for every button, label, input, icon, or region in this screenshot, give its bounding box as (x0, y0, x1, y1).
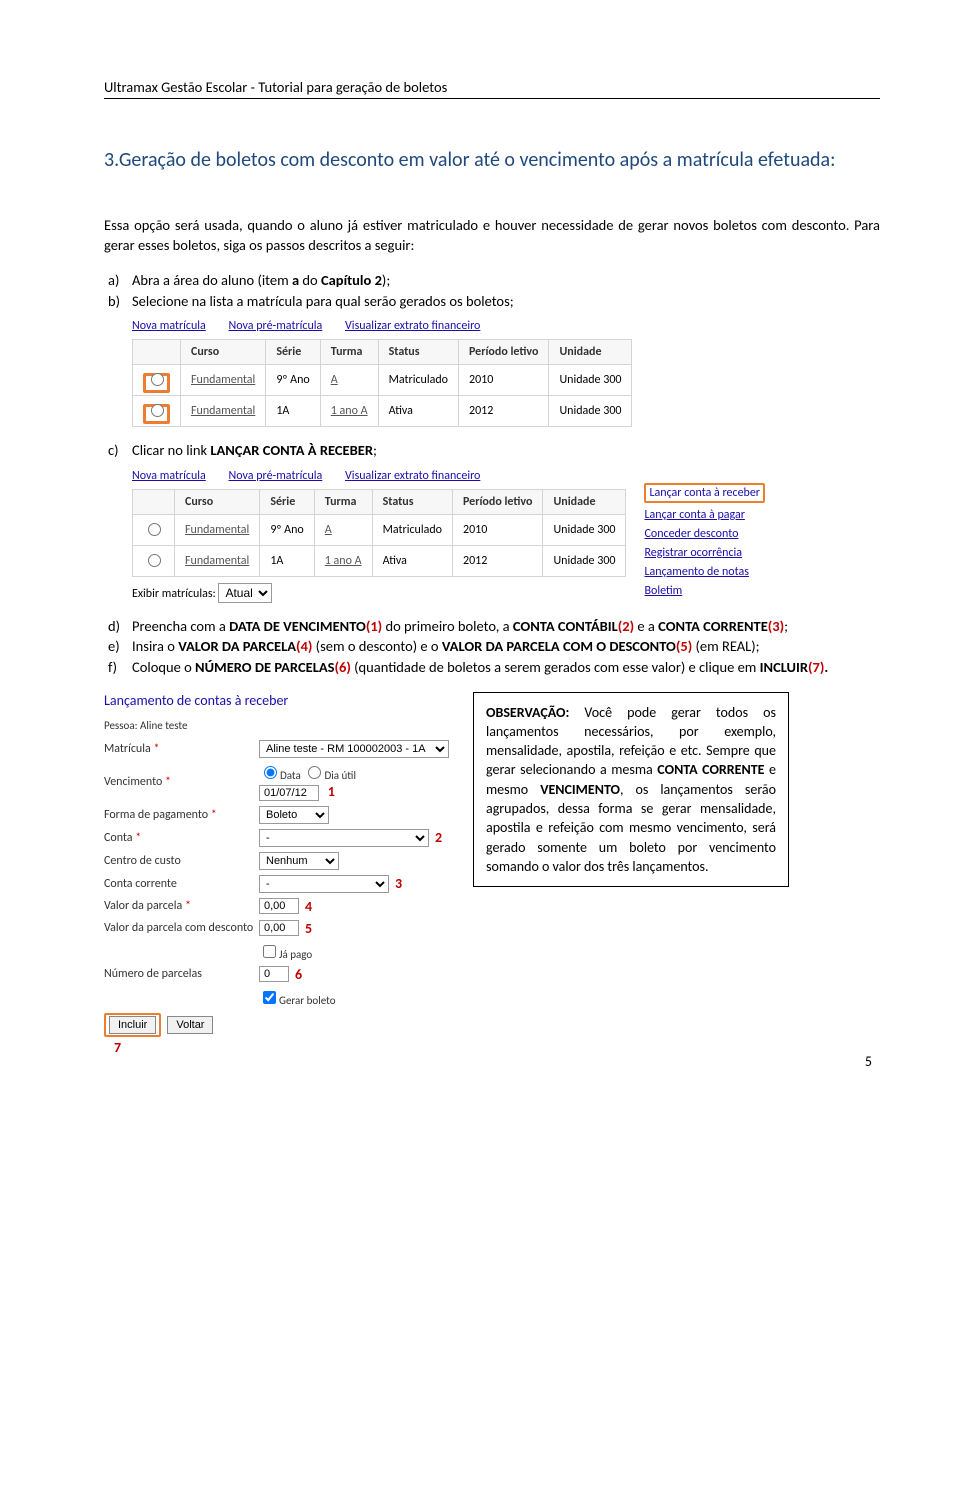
marker-2: 2 (435, 829, 442, 846)
radio-data[interactable] (264, 766, 277, 779)
forma-select[interactable]: Boleto (259, 806, 329, 824)
cell-periodo: 2012 (452, 545, 542, 576)
cell-serie: 1A (266, 396, 320, 427)
contacorr-select[interactable]: - (259, 875, 389, 893)
cell-status: Ativa (372, 545, 452, 576)
step-c: Clicar no link LANÇAR CONTA À RECEBER; (132, 441, 880, 461)
cell-curso[interactable]: Fundamental (181, 365, 266, 396)
row-radio[interactable] (148, 554, 161, 567)
col-periodo: Período letivo (458, 340, 548, 365)
step-a: Abra a área do aluno (item a do Capítulo… (132, 271, 880, 291)
side-registrar-ocorrencia[interactable]: Registrar ocorrência (644, 546, 765, 560)
col-status: Status (372, 489, 452, 514)
page-header: Ultramax Gestão Escolar - Tutorial para … (104, 78, 880, 99)
intro-paragraph: Essa opção será usada, quando o aluno já… (104, 216, 880, 255)
col-turma: Turma (314, 489, 372, 514)
radio-dia-util[interactable] (308, 766, 321, 779)
col-unidade: Unidade (549, 340, 632, 365)
cell-turma[interactable]: 1 ano A (314, 545, 372, 576)
marker-3: 3 (395, 875, 402, 892)
matricula-select[interactable]: Aline teste - RM 100002003 - 1A (259, 740, 449, 758)
marker-6: 6 (295, 966, 302, 983)
exibir-select[interactable]: Atual (218, 583, 272, 603)
row-radio[interactable] (151, 404, 164, 417)
link-nova-matricula[interactable]: Nova matrícula (132, 469, 206, 483)
cell-periodo: 2010 (452, 514, 542, 545)
centro-select[interactable]: Nenhum (259, 852, 339, 870)
table-row: Fundamental 9º Ano A Matriculado 2010 Un… (133, 365, 632, 396)
link-nova-matricula[interactable]: Nova matrícula (132, 319, 206, 333)
side-lancar-receber[interactable]: Lançar conta à receber (644, 483, 765, 503)
side-conceder-desconto[interactable]: Conceder desconto (644, 527, 765, 541)
col-curso: Curso (181, 340, 266, 365)
col-serie: Série (260, 489, 314, 514)
marker-4: 4 (305, 898, 312, 915)
row-radio[interactable] (148, 523, 161, 536)
numparc-input[interactable] (259, 966, 289, 982)
col-serie: Série (266, 340, 320, 365)
col-curso: Curso (175, 489, 260, 514)
pessoa-label: Pessoa: Aline teste (104, 719, 449, 732)
row-radio[interactable] (151, 373, 164, 386)
valorparc-input[interactable] (259, 898, 299, 914)
table-row: Fundamental 1A 1 ano A Ativa 2012 Unidad… (133, 545, 626, 576)
side-lancar-pagar[interactable]: Lançar conta à pagar (644, 508, 765, 522)
form-title: Lançamento de contas à receber (104, 692, 449, 709)
col-periodo: Período letivo (452, 489, 542, 514)
cell-turma[interactable]: 1 ano A (320, 396, 378, 427)
link-nova-pre-matricula[interactable]: Nova pré-matrícula (229, 469, 323, 483)
vencimento-input[interactable] (259, 785, 319, 801)
link-visualizar-extrato[interactable]: Visualizar extrato financeiro (345, 469, 480, 483)
link-nova-pre-matricula[interactable]: Nova pré-matrícula (229, 319, 323, 333)
japago-checkbox[interactable] (263, 945, 276, 958)
step-e: Insira o VALOR DA PARCELA(4) (sem o desc… (132, 637, 880, 657)
cell-turma[interactable]: A (314, 514, 372, 545)
step-d: Preencha com a DATA DE VENCIMENTO(1) do … (132, 617, 880, 637)
cell-periodo: 2012 (458, 396, 548, 427)
cell-unidade: Unidade 300 (543, 514, 626, 545)
cell-turma[interactable]: A (320, 365, 378, 396)
incluir-button[interactable]: Incluir (109, 1016, 156, 1034)
observation-box: OBSERVAÇÃO: Você pode gerar todos os lan… (473, 692, 789, 888)
cell-curso[interactable]: Fundamental (181, 396, 266, 427)
col-status: Status (378, 340, 458, 365)
cell-unidade: Unidade 300 (549, 396, 632, 427)
cell-curso[interactable]: Fundamental (175, 514, 260, 545)
step-b: Selecione na lista a matrícula para qual… (132, 292, 880, 312)
cell-status: Ativa (378, 396, 458, 427)
cell-status: Matriculado (372, 514, 452, 545)
side-lancamento-notas[interactable]: Lançamento de notas (644, 565, 765, 579)
col-turma: Turma (320, 340, 378, 365)
screenshot-table-1: Nova matrícula Nova pré-matrícula Visual… (132, 319, 880, 427)
page-number: 5 (865, 1053, 872, 1070)
cell-serie: 9º Ano (266, 365, 320, 396)
cell-periodo: 2010 (458, 365, 548, 396)
cell-serie: 9º Ano (260, 514, 314, 545)
exibir-label: Exibir matrículas: (132, 587, 216, 601)
marker-7: 7 (114, 1039, 449, 1056)
cell-curso[interactable]: Fundamental (175, 545, 260, 576)
section-heading: 3.Geração de boletos com desconto em val… (104, 147, 880, 174)
col-unidade: Unidade (543, 489, 626, 514)
table-row: Fundamental 1A 1 ano A Ativa 2012 Unidad… (133, 396, 632, 427)
marker-1: 1 (328, 783, 335, 800)
cell-unidade: Unidade 300 (543, 545, 626, 576)
cell-status: Matriculado (378, 365, 458, 396)
cell-unidade: Unidade 300 (549, 365, 632, 396)
side-boletim[interactable]: Boletim (644, 584, 765, 598)
form-screenshot: Lançamento de contas à receber Pessoa: A… (104, 692, 449, 1056)
marker-5: 5 (305, 920, 312, 937)
table-row: Fundamental 9º Ano A Matriculado 2010 Un… (133, 514, 626, 545)
link-visualizar-extrato[interactable]: Visualizar extrato financeiro (345, 319, 480, 333)
gerarboleto-checkbox[interactable] (263, 991, 276, 1004)
voltar-button[interactable]: Voltar (167, 1016, 213, 1034)
cell-serie: 1A (260, 545, 314, 576)
screenshot-table-2: Nova matrícula Nova pré-matrícula Visual… (132, 469, 880, 603)
conta-select[interactable]: - (259, 829, 429, 847)
valordesc-input[interactable] (259, 920, 299, 936)
step-f: Coloque o NÚMERO DE PARCELAS(6) (quantid… (132, 658, 880, 678)
